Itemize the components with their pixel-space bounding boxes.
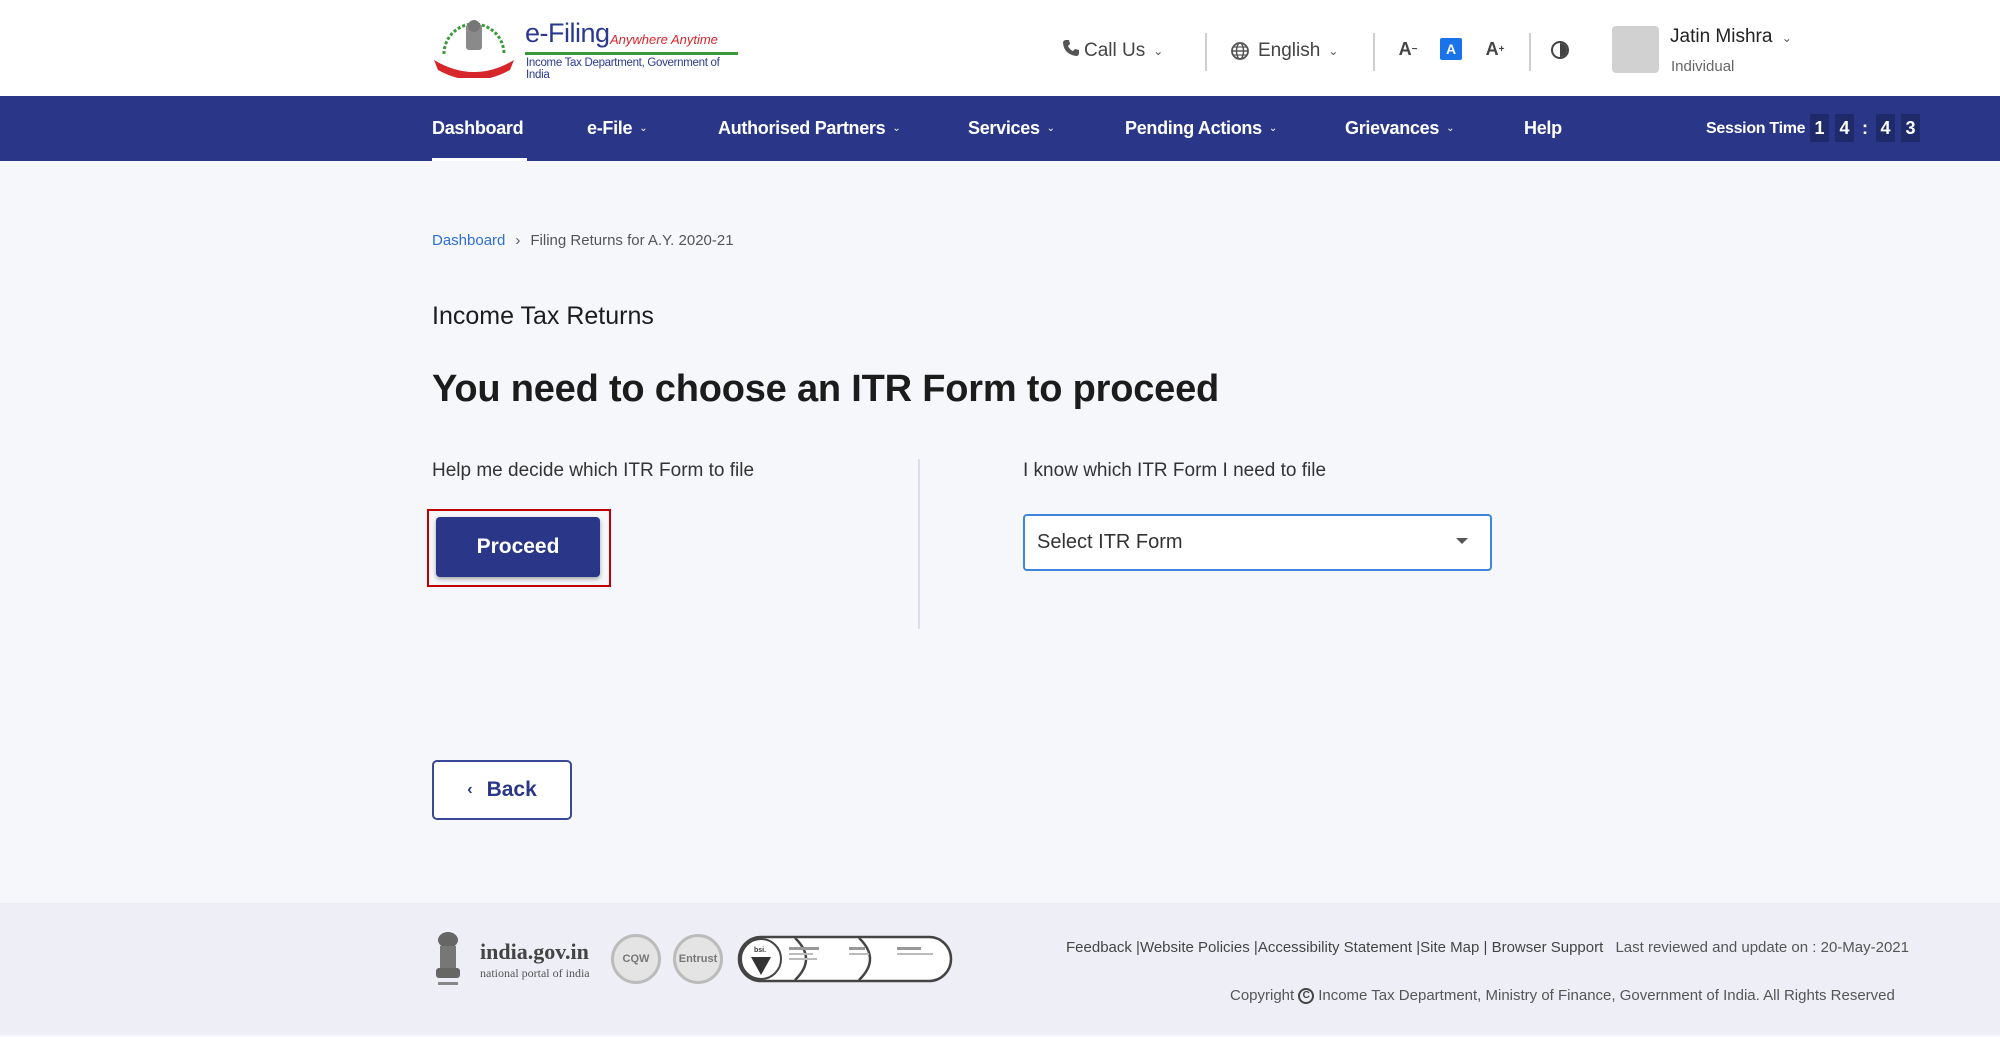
- nav-label: Dashboard: [432, 118, 524, 138]
- back-button[interactable]: ‹ Back: [432, 760, 572, 820]
- nav-label: e-File: [587, 118, 633, 138]
- breadcrumb-separator-icon: ›: [515, 232, 521, 249]
- call-us-label: Call Us: [1084, 40, 1146, 61]
- nav-item-services[interactable]: Services ⌄: [968, 96, 1055, 161]
- chevron-down-icon: ⌄: [1328, 44, 1339, 58]
- entrust-seal-icon: Entrust: [673, 934, 723, 984]
- efiling-subtitle: Income Tax Department, Government of Ind…: [526, 57, 720, 81]
- user-menu[interactable]: Jatin Mishra ⌄: [1670, 26, 1792, 48]
- header-divider: [1205, 33, 1207, 71]
- cqw-seal-icon: CQW: [611, 934, 661, 984]
- footer-links: Feedback |Website Policies |Accessibilit…: [1066, 939, 1909, 956]
- logo-underline: [525, 52, 738, 55]
- footer: india.gov.in national portal of india CQ…: [0, 903, 2000, 1035]
- nav-label: Services: [968, 118, 1040, 138]
- income-tax-emblem-icon: [434, 20, 514, 78]
- user-type: Individual: [1671, 58, 1735, 75]
- top-header: e-Filing Anywhere Anytime Income Tax Dep…: [0, 0, 2000, 96]
- copyright: Copyright C Income Tax Department, Minis…: [1230, 987, 1895, 1004]
- copyright-text: Income Tax Department, Ministry of Finan…: [1318, 987, 1895, 1004]
- copyright-prefix: Copyright: [1230, 987, 1295, 1004]
- increase-font-label: A: [1485, 38, 1499, 59]
- iso-certification-badges-icon: bsi.: [737, 935, 953, 983]
- session-digit: 4: [1835, 114, 1854, 142]
- breadcrumb-current: Filing Returns for A.Y. 2020-21: [530, 232, 734, 249]
- nav-item-dashboard[interactable]: Dashboard: [432, 96, 528, 161]
- section-title: Income Tax Returns: [432, 302, 654, 330]
- nav-label: Grievances: [1345, 118, 1440, 138]
- session-time-label: Session Time: [1706, 119, 1806, 137]
- increase-font-button[interactable]: A +: [1484, 38, 1506, 60]
- decrease-font-label: A: [1398, 38, 1412, 59]
- iso-bsi-text: bsi.: [754, 947, 766, 954]
- nav-label: Authorised Partners: [718, 118, 886, 138]
- india-gov-link[interactable]: india.gov.in: [480, 939, 589, 965]
- user-name: Jatin Mishra: [1670, 26, 1773, 47]
- normal-font-button[interactable]: A: [1440, 38, 1462, 60]
- footer-link-site-map[interactable]: Site Map: [1420, 939, 1479, 956]
- contrast-toggle-icon[interactable]: [1551, 41, 1569, 59]
- nav-item-authorised-partners[interactable]: Authorised Partners ⌄: [718, 96, 901, 161]
- breadcrumb: Dashboard › Filing Returns for A.Y. 2020…: [432, 232, 734, 249]
- last-reviewed-text: Last reviewed and update on : 20-May-202…: [1615, 939, 1909, 956]
- chevron-down-icon: ⌄: [1046, 123, 1055, 134]
- session-colon: :: [1862, 117, 1868, 138]
- decrease-font-button[interactable]: A −: [1397, 38, 1419, 60]
- nav-item-help[interactable]: Help: [1524, 96, 1562, 161]
- chevron-down-icon: ⌄: [1153, 44, 1164, 58]
- proceed-button[interactable]: Proceed: [436, 517, 600, 577]
- seal-label: Entrust: [678, 953, 718, 965]
- itr-form-select[interactable]: Select ITR Form: [1023, 514, 1492, 571]
- efiling-tagline: Anywhere Anytime: [610, 32, 718, 47]
- language-label: English: [1258, 40, 1321, 61]
- footer-link-website-policies[interactable]: Website Policies: [1140, 939, 1250, 956]
- session-digit: 4: [1876, 114, 1895, 142]
- nav-item-pending-actions[interactable]: Pending Actions ⌄: [1125, 96, 1277, 161]
- efiling-title: e-Filing: [525, 18, 610, 48]
- efiling-logo[interactable]: e-Filing Anywhere Anytime Income Tax Dep…: [430, 14, 740, 81]
- footer-link-browser-support[interactable]: Browser Support: [1492, 939, 1604, 956]
- main-navbar: Dashboard e-File ⌄ Authorised Partners ⌄…: [0, 96, 2000, 161]
- session-digit: 1: [1810, 114, 1829, 142]
- nav-label: Help: [1524, 118, 1562, 138]
- know-itr-label: I know which ITR Form I need to file: [1023, 460, 1327, 481]
- chevron-down-icon: ⌄: [1781, 31, 1792, 45]
- session-timer: 1 4 : 4 3: [1810, 114, 1920, 142]
- seal-label: CQW: [622, 953, 650, 965]
- language-dropdown[interactable]: English ⌄: [1230, 36, 1338, 66]
- copyright-icon: C: [1298, 987, 1315, 1004]
- footer-link-accessibility-statement[interactable]: Accessibility Statement: [1258, 939, 1412, 956]
- help-decide-label: Help me decide which ITR Form to file: [432, 460, 755, 481]
- nav-label: Pending Actions: [1125, 118, 1262, 138]
- caret-down-icon: [1456, 538, 1468, 544]
- chevron-down-icon: ⌄: [1446, 123, 1455, 134]
- chevron-down-icon: ⌄: [892, 123, 901, 134]
- header-divider: [1373, 33, 1375, 71]
- india-gov-subtitle: national portal of india: [480, 966, 590, 980]
- globe-icon: [1231, 42, 1249, 60]
- call-us-dropdown[interactable]: Call Us ⌄: [1062, 36, 1163, 66]
- header-divider: [1529, 33, 1531, 71]
- breadcrumb-dashboard-link[interactable]: Dashboard: [432, 232, 505, 249]
- avatar[interactable]: [1612, 26, 1659, 73]
- itr-form-select-placeholder: Select ITR Form: [1037, 531, 1183, 553]
- session-digit: 3: [1901, 114, 1920, 142]
- chevron-left-icon: ‹: [467, 781, 473, 798]
- footer-link-feedback[interactable]: Feedback: [1066, 939, 1132, 956]
- nav-item-grievances[interactable]: Grievances ⌄: [1345, 96, 1454, 161]
- nav-item-efile[interactable]: e-File ⌄: [587, 96, 648, 161]
- page-heading: You need to choose an ITR Form to procee…: [432, 368, 1220, 410]
- vertical-divider: [918, 459, 920, 629]
- normal-font-label: A: [1445, 41, 1457, 57]
- national-emblem-icon: [436, 932, 460, 985]
- phone-icon: [1063, 40, 1079, 56]
- chevron-down-icon: ⌄: [639, 123, 648, 134]
- chevron-down-icon: ⌄: [1268, 123, 1277, 134]
- back-label: Back: [486, 778, 537, 801]
